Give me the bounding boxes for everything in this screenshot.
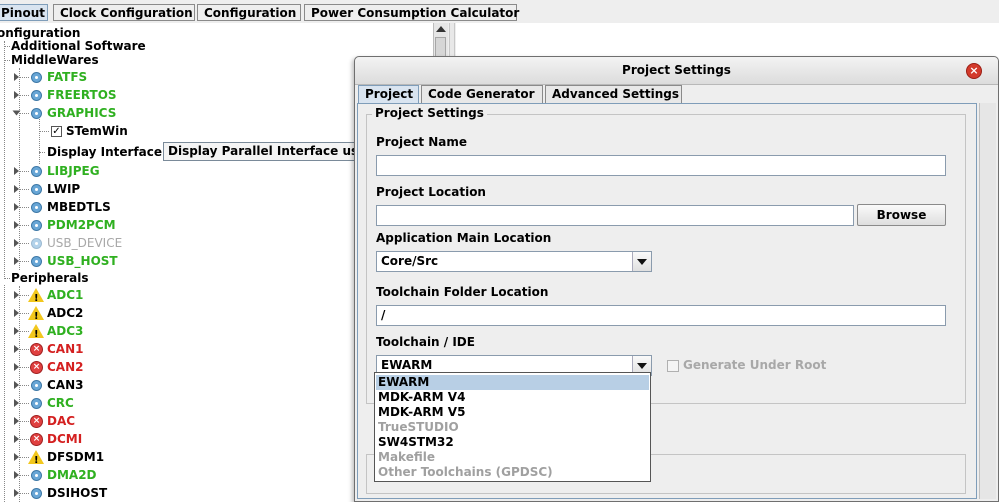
expand-icon[interactable] bbox=[14, 471, 19, 479]
toolchain-option-ewarm[interactable]: EWARM bbox=[376, 375, 649, 390]
stemwin-checkbox[interactable]: ✓ bbox=[51, 126, 62, 137]
collapse-icon[interactable] bbox=[12, 110, 21, 116]
tab-advanced-settings[interactable]: Advanced Settings bbox=[545, 85, 682, 103]
error-icon: × bbox=[30, 415, 43, 428]
dialog-scrollbar[interactable] bbox=[979, 103, 996, 499]
gear-icon bbox=[31, 256, 42, 267]
gear-icon bbox=[31, 470, 42, 481]
toolchain-option-other-gpdsc: Other Toolchains (GPDSC) bbox=[378, 465, 553, 479]
gear-icon bbox=[31, 202, 42, 213]
expand-icon[interactable] bbox=[14, 345, 19, 353]
project-name-field[interactable] bbox=[376, 155, 946, 176]
tab-clock-configuration[interactable]: Clock Configuration bbox=[53, 4, 195, 21]
expand-icon[interactable] bbox=[14, 381, 19, 389]
tab-power-consumption-calculator[interactable]: Power Consumption Calculator bbox=[304, 4, 519, 21]
project-name-label: Project Name bbox=[376, 135, 468, 149]
expand-icon[interactable] bbox=[14, 91, 19, 99]
warning-icon bbox=[28, 306, 44, 326]
toolchain-option-truestudio: TrueSTUDIO bbox=[378, 420, 459, 434]
expand-icon[interactable] bbox=[14, 363, 19, 371]
error-icon: × bbox=[30, 433, 43, 446]
toolchain-ide-value: EWARM bbox=[381, 358, 433, 372]
warning-icon bbox=[28, 288, 44, 308]
scroll-up-icon[interactable] bbox=[436, 26, 446, 32]
expand-icon[interactable] bbox=[14, 291, 19, 299]
app-main-location-value: Core/Src bbox=[381, 254, 439, 268]
expand-icon[interactable] bbox=[14, 203, 19, 211]
group-title: Project Settings bbox=[372, 106, 487, 120]
gear-icon bbox=[31, 72, 42, 83]
warning-icon bbox=[28, 324, 44, 344]
gear-icon bbox=[31, 90, 42, 101]
error-icon: × bbox=[30, 361, 43, 374]
generate-under-root-checkbox[interactable] bbox=[667, 360, 679, 372]
expand-icon[interactable] bbox=[14, 489, 19, 497]
toolchain-option-mdk-arm-v5[interactable]: MDK-ARM V5 bbox=[376, 405, 649, 420]
toolchain-option-sw4stm32[interactable]: SW4STM32 bbox=[376, 435, 649, 450]
toolchain-ide-label: Toolchain / IDE bbox=[376, 335, 475, 349]
gear-icon bbox=[31, 108, 42, 119]
tab-project[interactable]: Project bbox=[358, 85, 419, 103]
toolchain-folder-field[interactable]: / bbox=[376, 305, 946, 326]
toolchain-option-mdk-arm-v4[interactable]: MDK-ARM V4 bbox=[376, 390, 649, 405]
expand-icon[interactable] bbox=[14, 417, 19, 425]
expand-icon[interactable] bbox=[14, 309, 19, 317]
toolchain-option-makefile: Makefile bbox=[378, 450, 435, 464]
browse-button[interactable]: Browse bbox=[857, 204, 946, 226]
app-main-location-label: Application Main Location bbox=[376, 231, 552, 245]
close-button[interactable]: × bbox=[966, 63, 982, 79]
expand-icon[interactable] bbox=[14, 257, 19, 265]
gear-icon bbox=[31, 184, 42, 195]
chevron-down-icon[interactable] bbox=[632, 252, 651, 271]
expand-icon[interactable] bbox=[14, 239, 19, 247]
dialog-title[interactable]: Project Settings bbox=[355, 57, 998, 85]
tab-code-generator[interactable]: Code Generator bbox=[421, 85, 543, 103]
toolchain-dropdown-list: EWARM MDK-ARM V4 MDK-ARM V5 TrueSTUDIO S… bbox=[374, 372, 651, 482]
gear-icon bbox=[31, 398, 42, 409]
generate-under-root-label: Generate Under Root bbox=[683, 358, 827, 372]
gear-icon bbox=[31, 166, 42, 177]
expand-icon[interactable] bbox=[14, 185, 19, 193]
display-interface-select[interactable]: Display Parallel Interface using bbox=[163, 142, 363, 161]
gear-icon bbox=[31, 238, 42, 249]
expand-icon[interactable] bbox=[14, 221, 19, 229]
expand-icon[interactable] bbox=[14, 435, 19, 443]
gear-icon bbox=[31, 220, 42, 231]
expand-icon[interactable] bbox=[14, 73, 19, 81]
toolchain-folder-label: Toolchain Folder Location bbox=[376, 285, 549, 299]
project-location-label: Project Location bbox=[376, 185, 486, 199]
expand-icon[interactable] bbox=[14, 167, 19, 175]
gear-icon bbox=[31, 488, 42, 499]
warning-icon bbox=[28, 450, 44, 470]
main-tab-bar: Pinout Clock Configuration Configuration… bbox=[0, 0, 999, 23]
project-location-field[interactable] bbox=[376, 205, 854, 226]
expand-icon[interactable] bbox=[14, 327, 19, 335]
app-main-location-select[interactable]: Core/Src bbox=[376, 251, 652, 272]
error-icon: × bbox=[30, 343, 43, 356]
expand-icon[interactable] bbox=[14, 399, 19, 407]
expand-icon[interactable] bbox=[14, 453, 19, 461]
tab-pinout[interactable]: Pinout bbox=[0, 4, 48, 21]
tab-configuration[interactable]: Configuration bbox=[197, 4, 301, 21]
gear-icon bbox=[31, 380, 42, 391]
